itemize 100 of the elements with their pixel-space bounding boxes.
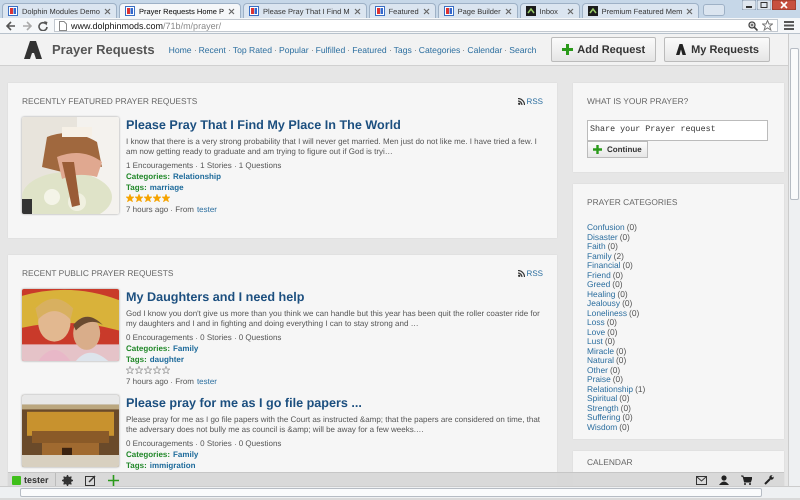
url-text: www.dolphinmods.com/71b/m/prayer/ [71,20,222,30]
category-link[interactable]: Strength [587,404,619,413]
categories-label: Categories: [126,449,170,460]
category-link[interactable]: Lust [587,337,603,346]
maximize-icon[interactable] [757,0,771,10]
category-count: (0) [616,356,626,366]
vertical-scrollbar[interactable] [788,34,800,486]
close-icon[interactable] [772,0,796,10]
section-heading: CALENDAR [587,457,633,467]
category-link[interactable]: Praise [587,375,611,384]
address-field[interactable]: www.dolphinmods.com/71b/m/prayer/ [54,19,778,32]
close-icon[interactable] [566,8,574,14]
rss-link[interactable]: RSS [518,96,543,106]
category-link[interactable]: Other [587,366,608,375]
posted-time: 7 hours ago [126,204,168,215]
page-icon [59,20,67,30]
close-icon[interactable] [686,8,694,14]
category-link[interactable]: Friend [587,270,611,280]
category-link[interactable]: Jealousy [587,299,620,308]
close-icon[interactable] [422,8,430,14]
wrench-icon[interactable] [764,475,774,485]
minimize-icon[interactable] [742,0,756,10]
category-link[interactable]: Spiritual [587,394,618,404]
mail-icon[interactable] [696,476,707,484]
tag-link[interactable]: marriage [150,182,184,193]
add-request-button[interactable]: Add Request [551,37,656,62]
menu-icon[interactable] [784,21,794,30]
category-link[interactable]: Confusion [587,223,625,232]
tag-link[interactable]: daughter [150,354,184,365]
category-link[interactable]: Loneliness [587,308,628,318]
reload-icon[interactable] [38,20,48,30]
my-requests-button[interactable]: My Requests [664,37,770,62]
star-icon[interactable] [762,20,773,31]
category-link[interactable]: Family [587,252,612,261]
category-link[interactable]: Suffering [587,413,620,422]
category-link[interactable]: Greed [587,280,610,290]
category-link[interactable]: Miracle [587,346,614,356]
zoom-icon[interactable] [748,20,758,30]
category-link[interactable]: Wisdom [587,422,618,432]
stat-count: 0 Encouragements [126,438,194,449]
category-link[interactable]: Love [587,328,606,337]
category-count: (0) [622,413,633,422]
page-icon [8,6,18,16]
category-count: (0) [612,270,623,280]
app-icon [526,6,536,16]
back-icon[interactable] [6,20,16,30]
author-link[interactable]: tester [196,376,217,387]
category-count: (0) [622,261,633,270]
categories-label: Categories: [126,343,170,354]
request-excerpt: Please pray for me as I go file papers with the Court as instructed &amp; that the papers are considered on time, that the adversary does not bully me as council is &amp; will be away for a few weeks.… [126,415,541,435]
tags-label: Tags: [126,460,147,471]
close-icon[interactable] [104,8,111,14]
cart-icon[interactable] [741,475,752,485]
section-heading: RECENT PUBLIC PRAYER REQUESTS [22,268,174,278]
horizontal-scrollbar[interactable] [0,486,800,498]
category-link[interactable]: Faith [587,242,606,252]
category-count: (0) [619,394,630,404]
user-icon[interactable] [719,475,729,485]
category-count: (0) [607,328,618,337]
category-count: (0) [629,308,640,318]
close-icon[interactable] [354,8,361,14]
page-icon [124,6,135,16]
rss-link[interactable]: RSS [518,268,543,278]
category-count: (0) [606,318,617,328]
close-icon[interactable] [228,8,236,14]
category-link[interactable]: Family [173,343,198,354]
tag-link[interactable]: immigration [150,460,196,471]
app-icon [588,6,598,16]
request-title-link[interactable]: Please pray for me as I go file papers ... [126,396,362,410]
author-link[interactable]: tester [196,204,217,215]
section-heading: PRAYER CATEGORIES [587,197,678,207]
tags-label: Tags: [126,354,147,365]
category-link[interactable]: Loss [587,318,605,328]
category-count: (0) [610,366,620,375]
category-link[interactable]: Financial [587,261,621,270]
category-link[interactable]: Disaster [587,232,618,242]
category-link[interactable]: Natural [587,356,614,366]
plus-icon[interactable] [108,474,119,486]
request-title-link[interactable]: Please Pray That I Find My Place In The World [126,118,401,132]
nav-link[interactable]: Home [168,44,192,54]
continue-button[interactable]: Continue [587,141,648,158]
category-link[interactable]: Healing [587,290,616,299]
site-title: Prayer Requests [52,42,155,57]
category-count: (0) [612,280,623,290]
request-title-link[interactable]: My Daughters and I need help [126,290,304,304]
category-link[interactable]: Relationship [173,171,222,182]
category-link[interactable]: Family [173,449,198,460]
edit-icon[interactable] [84,474,96,486]
prayer-input-field[interactable]: Share your Prayer request [587,120,768,141]
road-logo-icon [22,40,42,58]
category-link[interactable]: Relationship [587,384,634,394]
rss-icon [518,98,525,104]
settings-icon[interactable] [62,474,73,486]
tags-label: Tags: [126,182,147,193]
request-excerpt: I know that there is a very strong probability that I will never get married. Men just do not like me. I have tried a few. I am now getting ready to graduate and am trying to figure out if God is tryi… [126,137,538,157]
request-excerpt: God I know you don't give us more than you think we can handle but this year has been quit the roller coaster ride for my daughters and I and in fighting and doing everything I can to stay strong and … [126,309,541,329]
category-count: (0) [612,375,623,384]
category-count: (0) [620,232,630,242]
category-count: (0) [626,223,637,232]
close-icon[interactable] [504,8,512,14]
